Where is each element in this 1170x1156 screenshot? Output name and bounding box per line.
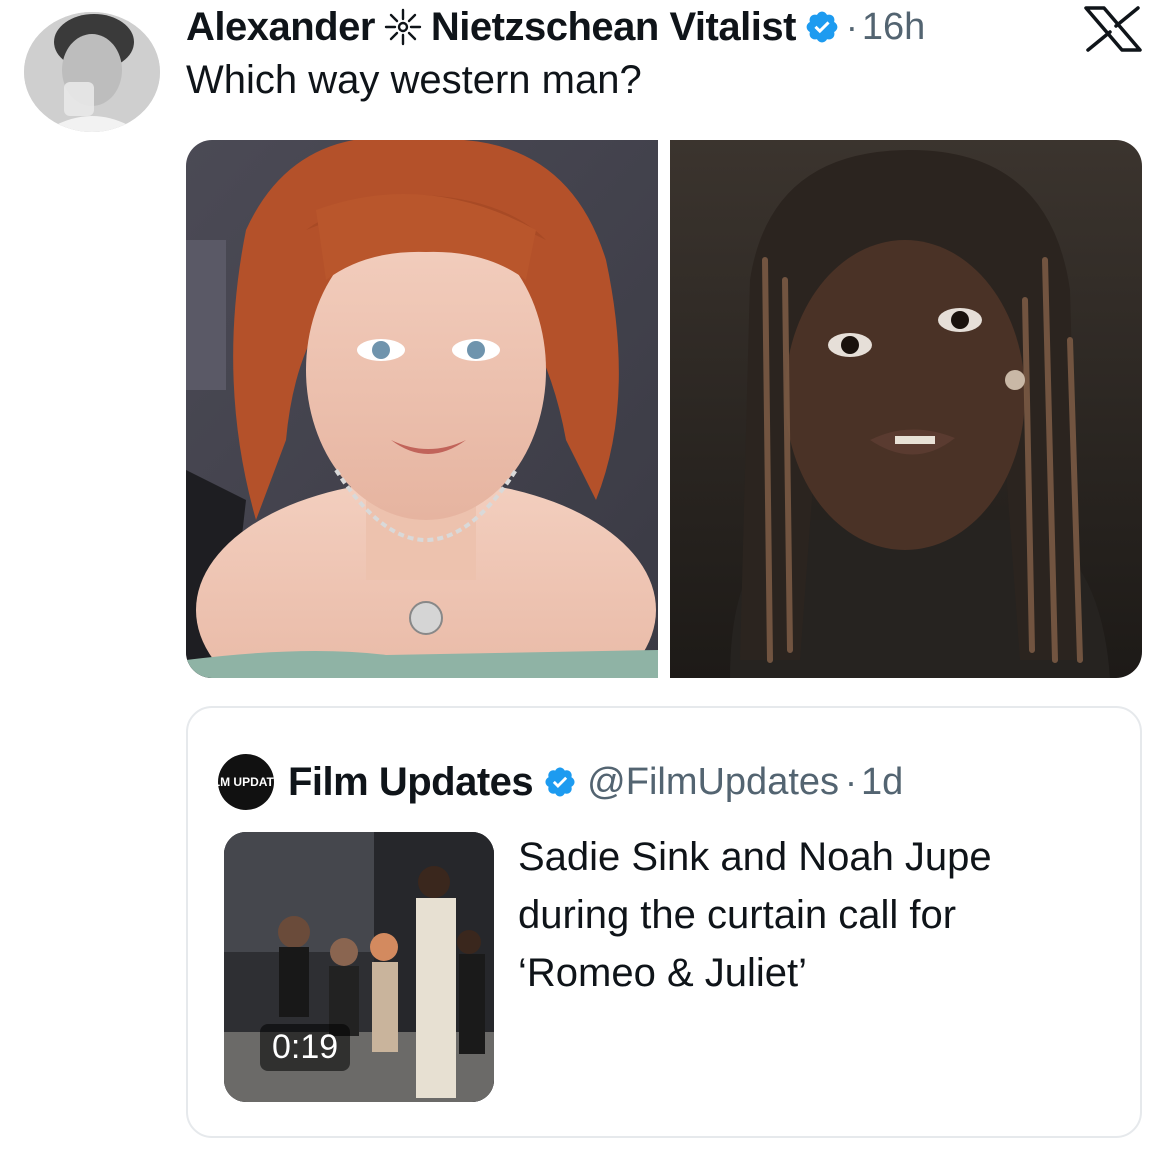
sun-sparkle-icon — [383, 7, 423, 47]
tweet-time[interactable]: 16h — [862, 6, 925, 49]
author-name-first[interactable]: Alexander — [186, 5, 375, 50]
time-separator: · — [845, 761, 858, 802]
quoted-tweet-header: FILM UPDATES Film Updates @FilmUpdates ·… — [202, 752, 903, 812]
media-grid — [186, 140, 1142, 678]
video-duration: 0:19 — [260, 1024, 351, 1071]
quoted-tweet-time[interactable]: 1d — [861, 761, 903, 804]
x-logo-icon — [1082, 6, 1144, 52]
verified-badge-icon — [543, 765, 577, 799]
quoted-tweet-card[interactable]: FILM UPDATES Film Updates @FilmUpdates ·… — [186, 706, 1142, 1138]
time-separator: · — [845, 6, 858, 47]
right-photo[interactable] — [670, 140, 1142, 678]
quoted-author-name[interactable]: Film Updates — [288, 760, 534, 805]
tweet-screenshot: Alexander Nietzschean Vitalist · 16h Whi… — [0, 0, 1170, 1156]
quoted-author-handle[interactable]: @FilmUpdates — [587, 761, 839, 804]
quoted-author-avatar[interactable]: FILM UPDATES — [202, 754, 290, 810]
verified-badge-icon — [804, 9, 840, 45]
tweet-text: Which way western man? — [186, 58, 642, 102]
video-thumbnail[interactable]: 0:19 — [224, 832, 494, 1102]
author-name-second[interactable]: Nietzschean Vitalist — [431, 5, 796, 50]
tweet-header: Alexander Nietzschean Vitalist · 16h — [186, 2, 925, 52]
quoted-tweet-text: Sadie Sink and Noah Jupe during the curt… — [518, 835, 992, 995]
author-avatar[interactable] — [24, 12, 160, 132]
left-photo[interactable] — [186, 140, 658, 678]
